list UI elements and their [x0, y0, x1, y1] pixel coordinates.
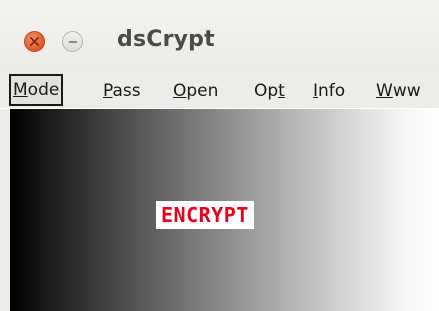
menu-info[interactable]: Info [313, 74, 345, 108]
left-border [0, 109, 10, 311]
title-bar[interactable]: dsCrypt [0, 0, 439, 74]
app-window: dsCrypt Mode Pass Open Opt Info Www ENCR… [0, 0, 439, 311]
menu-www-mnemonic: W [376, 81, 393, 101]
minimize-button[interactable] [62, 31, 83, 52]
mode-label: ENCRYPT [156, 201, 254, 229]
window-title: dsCrypt [117, 27, 215, 52]
menu-pass[interactable]: Pass [103, 74, 141, 108]
menu-mode-mnemonic: M [13, 80, 28, 100]
menu-pass-mnemonic: P [103, 81, 113, 101]
menu-opt-mnemonic: t [278, 81, 285, 101]
menu-www[interactable]: Www [376, 74, 421, 108]
menu-open-mnemonic: O [173, 81, 187, 101]
menu-opt-rest: Op [254, 81, 279, 101]
menu-pass-rest: ass [112, 81, 141, 101]
minimize-icon [68, 40, 77, 43]
menu-open-rest: pen [186, 81, 219, 101]
menu-mode[interactable]: Mode [9, 74, 64, 106]
menu-opt[interactable]: Opt [254, 74, 285, 108]
menu-mode-rest: ode [27, 80, 60, 100]
menu-open[interactable]: Open [173, 74, 218, 108]
menu-info-rest: nfo [318, 81, 346, 101]
menu-bar: Mode Pass Open Opt Info Www [0, 74, 439, 108]
close-button[interactable] [24, 31, 45, 52]
menu-www-rest: ww [392, 81, 421, 101]
close-icon [30, 37, 39, 46]
